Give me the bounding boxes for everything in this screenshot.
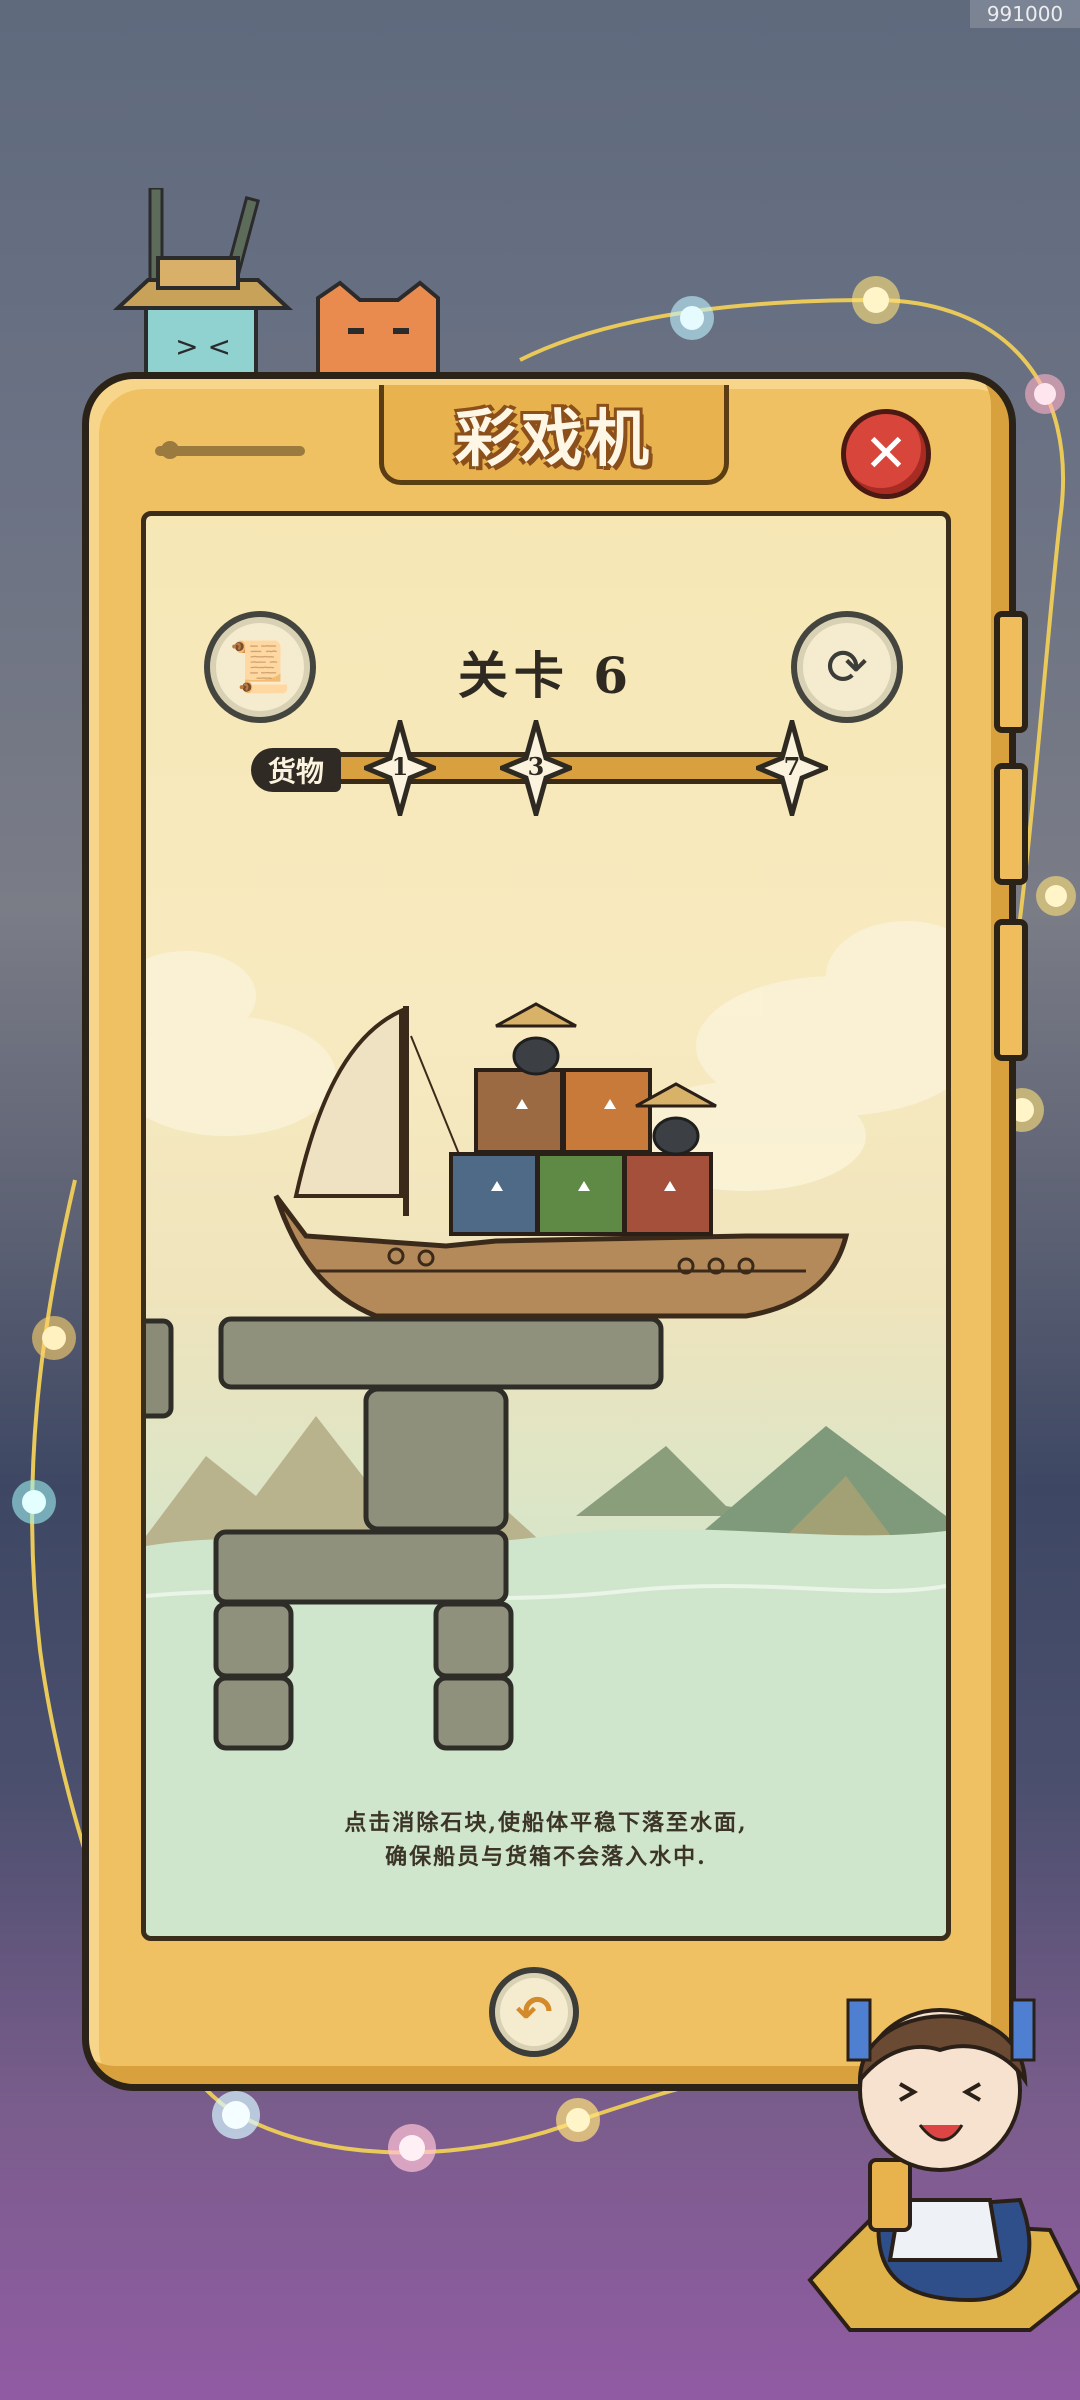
side-button-decoration — [994, 763, 1028, 885]
watermark-text: 991000 — [970, 0, 1080, 28]
level-label: 关卡 6 — [457, 646, 635, 705]
svg-text:> <: > < — [175, 330, 231, 363]
undo-icon: ↶ — [515, 1986, 553, 2038]
instruction-line: 点击消除石块,使船体平稳下落至水面, — [344, 1810, 748, 1836]
star-threshold: 1 — [391, 752, 409, 781]
star-milestone-3: 7 — [751, 712, 833, 824]
cargo-label: 货物 — [251, 748, 341, 792]
crate — [449, 1152, 539, 1236]
top-characters-decoration: > < — [112, 188, 440, 385]
side-button-decoration — [994, 611, 1028, 733]
stone-block — [213, 1529, 509, 1605]
stone-block — [363, 1386, 509, 1532]
character-decoration — [807, 1998, 1080, 2332]
stone-block — [213, 1675, 294, 1751]
crate — [536, 1152, 626, 1236]
instruction-text: 点击消除石块,使船体平稳下落至水面, 确保船员与货箱不会落入水中. — [146, 1806, 946, 1874]
star-threshold: 7 — [783, 752, 801, 781]
stone-block — [146, 1318, 174, 1419]
window-title: 彩戏机 — [454, 401, 653, 475]
stone-block — [213, 1601, 294, 1679]
stone-block — [218, 1316, 664, 1390]
stone-block — [433, 1601, 514, 1679]
game-screen: 📜 ⟳ 关卡 6 货物 1 3 7 点击消除石块,使船体平稳下落至水面, 确保船… — [141, 511, 951, 1941]
star-milestone-2: 3 — [495, 712, 577, 824]
crate — [562, 1068, 652, 1154]
crate — [474, 1068, 564, 1154]
close-icon: ✕ — [864, 424, 908, 484]
stone-block — [433, 1675, 514, 1751]
close-button[interactable]: ✕ — [841, 409, 931, 499]
star-milestone-1: 1 — [359, 712, 441, 824]
instruction-line: 确保船员与货箱不会落入水中. — [385, 1844, 707, 1870]
side-button-decoration — [994, 919, 1028, 1061]
game-window: 彩戏机 ✕ 📜 ⟳ 关卡 6 货物 1 3 7 点击消除石块,使船体平稳下落至水… — [82, 372, 1028, 2091]
undo-button[interactable]: ↶ — [489, 1967, 579, 2057]
speaker-bar-decoration — [155, 446, 305, 456]
level-header: 关卡 6 — [146, 636, 946, 708]
crate — [623, 1152, 713, 1236]
title-plate: 彩戏机 — [379, 385, 729, 485]
star-threshold: 3 — [527, 752, 545, 781]
